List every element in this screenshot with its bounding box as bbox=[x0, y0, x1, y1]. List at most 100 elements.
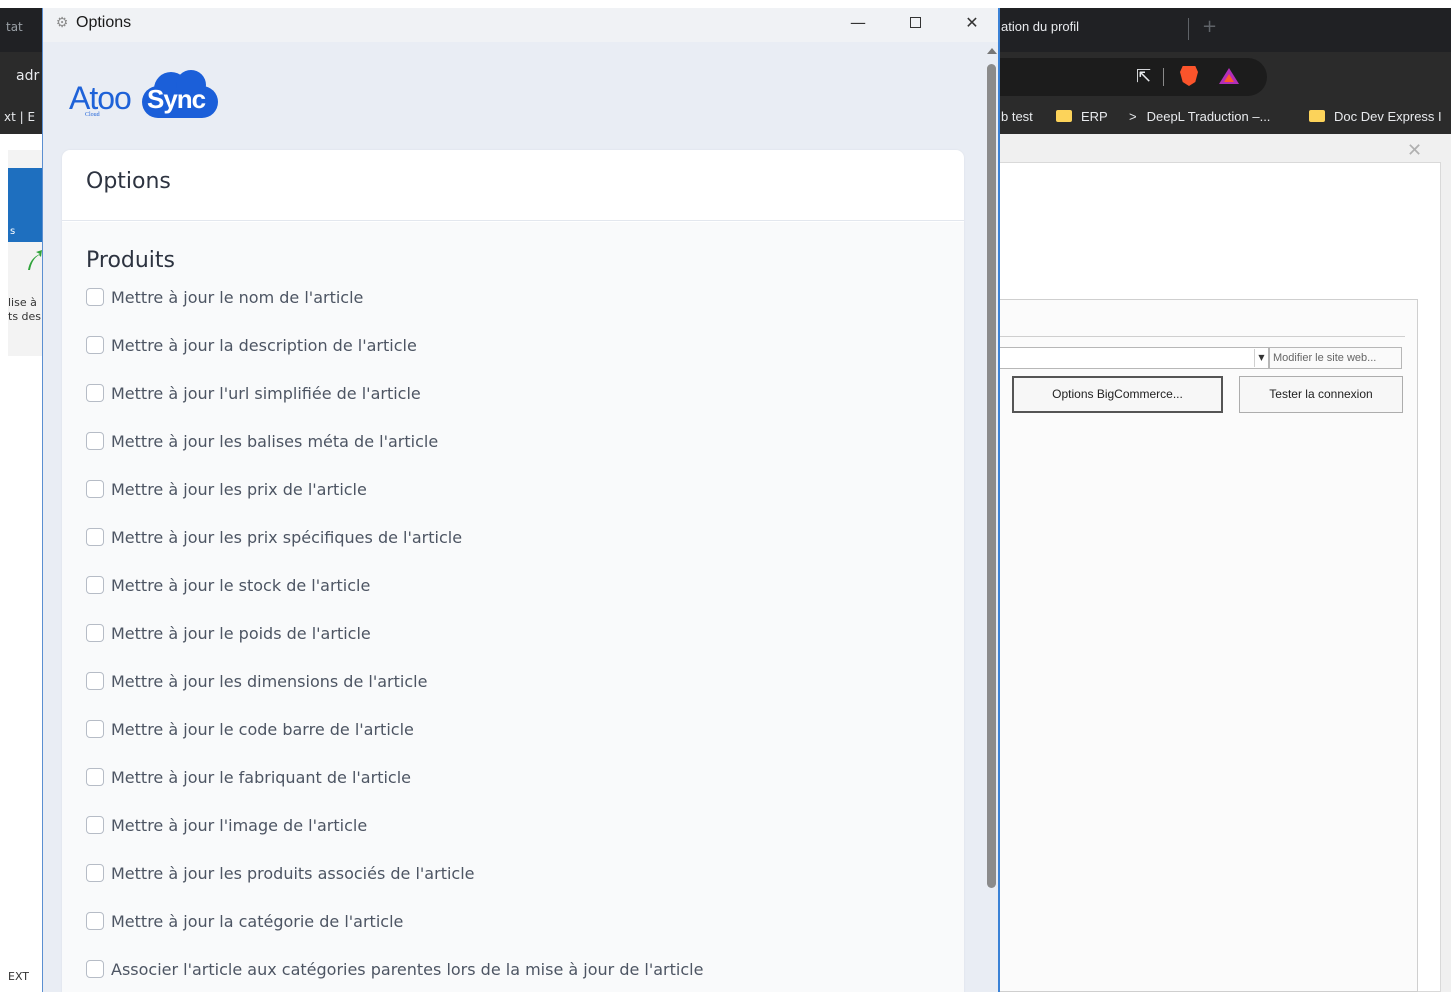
option-label: Associer l'article aux catégories parent… bbox=[111, 959, 704, 979]
background-tab-text: tat bbox=[6, 20, 23, 34]
checkbox[interactable] bbox=[86, 720, 104, 738]
background-left-app: tat adr xt | E s lise à ts des EXT bbox=[0, 0, 42, 992]
option-label: Mettre à jour les dimensions de l'articl… bbox=[111, 671, 428, 691]
option-update-meta[interactable]: Mettre à jour les balises méta de l'arti… bbox=[86, 430, 438, 452]
bookmark-deepl[interactable]: > DeepL Traduction –... bbox=[1129, 109, 1270, 124]
green-arrow-icon bbox=[28, 250, 42, 270]
checkbox[interactable] bbox=[86, 480, 104, 498]
title-bar[interactable]: ⚙ Options — ✕ bbox=[43, 8, 998, 42]
option-label: Mettre à jour les prix spécifiques de l'… bbox=[111, 527, 463, 547]
bookmark-folder-erp[interactable]: ERP bbox=[1056, 109, 1108, 124]
checkbox[interactable] bbox=[86, 960, 104, 978]
checkbox[interactable] bbox=[86, 864, 104, 882]
browser-tab-separator bbox=[1188, 18, 1189, 40]
checkbox[interactable] bbox=[86, 912, 104, 930]
checkbox[interactable] bbox=[86, 768, 104, 786]
background-divider bbox=[999, 336, 1405, 337]
options-card: Options Produits Mettre à jour le nom de… bbox=[62, 150, 964, 992]
background-blue-panel-text: s bbox=[10, 226, 16, 237]
bookmark-label: Doc Dev Express I bbox=[1334, 109, 1442, 124]
bookmark-label: DeepL Traduction –... bbox=[1146, 109, 1271, 124]
background-label: lise à ts des bbox=[8, 296, 41, 324]
bookmark-folder-doc[interactable]: Doc Dev Express I bbox=[1309, 109, 1442, 124]
site-select[interactable] bbox=[999, 347, 1269, 369]
option-update-image[interactable]: Mettre à jour l'image de l'article bbox=[86, 814, 367, 836]
option-label: Mettre à jour la catégorie de l'article bbox=[111, 911, 404, 931]
bookmark-label: b test bbox=[1001, 109, 1033, 124]
section-title-produits: Produits bbox=[86, 248, 176, 273]
option-update-dimensions[interactable]: Mettre à jour les dimensions de l'articl… bbox=[86, 670, 427, 692]
option-update-category[interactable]: Mettre à jour la catégorie de l'article bbox=[86, 910, 403, 932]
chevron-down-icon[interactable]: ▼ bbox=[1254, 349, 1268, 367]
option-label: Mettre à jour les prix de l'article bbox=[111, 479, 367, 499]
checkbox[interactable] bbox=[86, 336, 104, 354]
logo-text-cloud: Cloud bbox=[85, 112, 100, 118]
scroll-up-arrow-icon[interactable] bbox=[987, 48, 997, 54]
desktop: tat adr xt | E s lise à ts des EXT ation… bbox=[0, 0, 1451, 992]
logo-text-atoo: Atoo bbox=[69, 80, 132, 116]
logo-text-sync: Sync bbox=[147, 84, 206, 114]
window-title: Options bbox=[76, 14, 132, 31]
background-bookmark-text: xt | E bbox=[4, 110, 36, 124]
option-update-specific-prices[interactable]: Mettre à jour les prix spécifiques de l'… bbox=[86, 526, 462, 548]
checkbox[interactable] bbox=[86, 432, 104, 450]
option-update-manufacturer[interactable]: Mettre à jour le fabriquant de l'article bbox=[86, 766, 411, 788]
option-label: Mettre à jour le fabriquant de l'article bbox=[111, 767, 411, 787]
brave-rewards-icon[interactable] bbox=[1219, 68, 1239, 84]
card-header: Options bbox=[62, 150, 964, 221]
bookmark-label: ERP bbox=[1081, 109, 1108, 124]
atoosync-logo: Atoo Sync Cloud bbox=[69, 70, 219, 130]
option-label: Mettre à jour les balises méta de l'arti… bbox=[111, 431, 439, 451]
options-bigcommerce-button[interactable]: Options BigCommerce... bbox=[1012, 376, 1223, 413]
checkbox[interactable] bbox=[86, 384, 104, 402]
new-tab-button[interactable]: + bbox=[1202, 16, 1217, 37]
option-label: Mettre à jour l'url simplifiée de l'arti… bbox=[111, 383, 421, 403]
option-update-stock[interactable]: Mettre à jour le stock de l'article bbox=[86, 574, 370, 596]
option-update-url[interactable]: Mettre à jour l'url simplifiée de l'arti… bbox=[86, 382, 421, 404]
option-label: Mettre à jour le stock de l'article bbox=[111, 575, 371, 595]
toolbar-divider bbox=[1163, 68, 1164, 86]
checkbox[interactable] bbox=[86, 576, 104, 594]
close-icon[interactable]: ✕ bbox=[1407, 140, 1422, 161]
option-label: Mettre à jour le code barre de l'article bbox=[111, 719, 414, 739]
option-label: Mettre à jour le nom de l'article bbox=[111, 287, 364, 307]
option-update-description[interactable]: Mettre à jour la description de l'articl… bbox=[86, 334, 417, 356]
checkbox[interactable] bbox=[86, 624, 104, 642]
folder-icon bbox=[1056, 110, 1072, 122]
close-button[interactable]: ✕ bbox=[949, 8, 995, 42]
minimize-button[interactable]: — bbox=[835, 8, 881, 42]
card-title: Options bbox=[86, 169, 171, 194]
gear-icon: ⚙ bbox=[55, 15, 69, 31]
option-label: Mettre à jour l'image de l'article bbox=[111, 815, 368, 835]
options-window: ⚙ Options — ✕ Atoo Sync Cloud Options Pr… bbox=[42, 8, 1000, 992]
vertical-scrollbar[interactable] bbox=[983, 42, 998, 992]
browser-tab-title[interactable]: ation du profil bbox=[1001, 19, 1079, 34]
test-connection-button[interactable]: Tester la connexion bbox=[1239, 376, 1403, 413]
checkbox[interactable] bbox=[86, 816, 104, 834]
option-associate-parent-categories[interactable]: Associer l'article aux catégories parent… bbox=[86, 958, 703, 980]
scrollbar-thumb[interactable] bbox=[987, 64, 996, 888]
option-label: Mettre à jour les produits associés de l… bbox=[111, 863, 475, 883]
option-update-related-products[interactable]: Mettre à jour les produits associés de l… bbox=[86, 862, 475, 884]
background-label-line: lise à bbox=[8, 296, 37, 309]
checkbox[interactable] bbox=[86, 528, 104, 546]
checkbox[interactable] bbox=[86, 672, 104, 690]
option-label: Mettre à jour le poids de l'article bbox=[111, 623, 371, 643]
modify-site-button[interactable]: Modifier le site web... bbox=[1269, 347, 1402, 369]
checkbox[interactable] bbox=[86, 288, 104, 306]
option-update-barcode[interactable]: Mettre à jour le code barre de l'article bbox=[86, 718, 414, 740]
bookmark-item[interactable]: b test bbox=[1001, 109, 1033, 124]
maximize-button[interactable] bbox=[892, 8, 938, 42]
option-update-weight[interactable]: Mettre à jour le poids de l'article bbox=[86, 622, 371, 644]
background-ext-label: EXT bbox=[8, 970, 30, 983]
option-update-prices[interactable]: Mettre à jour les prix de l'article bbox=[86, 478, 367, 500]
background-address-text: adr bbox=[16, 68, 40, 84]
maximize-icon bbox=[909, 17, 921, 28]
card-body: Produits Mettre à jour le nom de l'artic… bbox=[62, 222, 964, 992]
option-update-name[interactable]: Mettre à jour le nom de l'article bbox=[86, 286, 363, 308]
share-icon[interactable]: ⇱ bbox=[1136, 66, 1151, 87]
background-label-line: ts des bbox=[8, 310, 42, 323]
chevron-right-icon: > bbox=[1129, 109, 1137, 124]
folder-icon bbox=[1309, 110, 1325, 122]
option-label: Mettre à jour la description de l'articl… bbox=[111, 335, 417, 355]
